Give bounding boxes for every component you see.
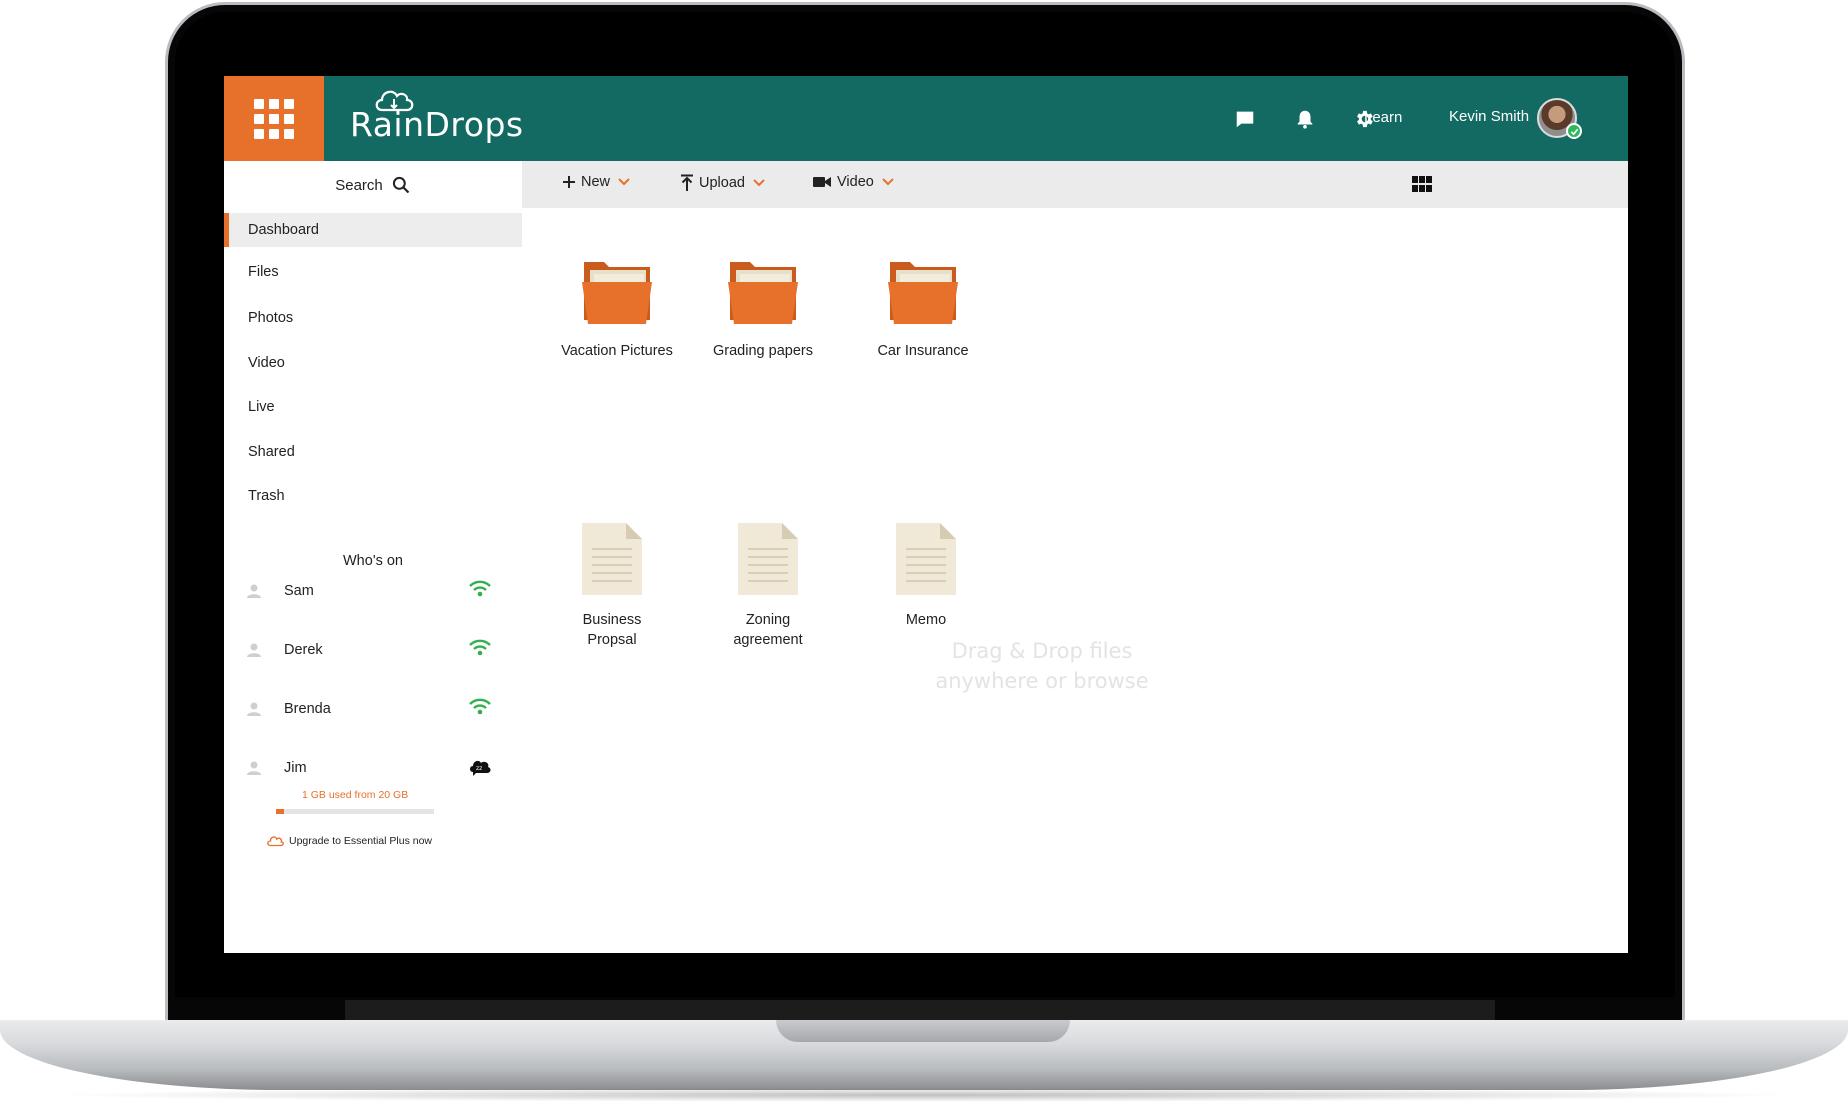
wifi-online-icon: [469, 639, 491, 656]
presence-row[interactable]: Jim zz: [246, 756, 494, 780]
presence-row[interactable]: Derek: [246, 638, 494, 662]
toolbar: New Upload Video: [522, 161, 1628, 208]
user-name[interactable]: Kevin Smith: [1449, 108, 1529, 125]
plus-icon: [563, 176, 575, 188]
presence-name: Derek: [284, 642, 323, 658]
video-camera-icon: [813, 177, 831, 187]
file-area[interactable]: Vacation Pictures Grading papers Car Ins…: [522, 208, 1628, 953]
sidebar: Search Dashboard Files Photos Video Live…: [224, 161, 522, 953]
brand-logo[interactable]: RainDrops: [350, 84, 524, 154]
presence-name: Sam: [284, 583, 314, 599]
chevron-down-icon: [618, 178, 630, 186]
document-name: Memo: [851, 610, 1001, 630]
chevron-down-icon: [753, 179, 765, 187]
presence-row[interactable]: Brenda: [246, 697, 494, 721]
user-icon: [247, 584, 261, 598]
folder-icon: [582, 262, 652, 324]
upgrade-link[interactable]: Upgrade to Essential Plus now: [266, 834, 432, 848]
folder-icon: [728, 262, 798, 324]
document-name-line: Business: [582, 612, 642, 628]
bell-icon[interactable]: [1294, 108, 1316, 130]
document-name: Business Propsal: [537, 610, 687, 650]
folder-tile[interactable]: Car Insurance: [848, 258, 998, 361]
document-name-line: agreement: [733, 632, 803, 648]
nav-item-trash[interactable]: Trash: [224, 479, 522, 513]
drop-zone-hint[interactable]: Drag & Drop files anywhere or browse: [872, 636, 1212, 696]
chevron-down-icon: [882, 178, 894, 186]
nav-item-shared[interactable]: Shared: [224, 435, 522, 469]
nav-item-files[interactable]: Files: [224, 255, 522, 289]
cloud-upload-icon: [267, 836, 284, 847]
drop-hint-line: Drag & Drop files: [951, 639, 1133, 663]
storage-progress-bar: [276, 809, 434, 814]
user-icon: [247, 643, 261, 657]
video-button[interactable]: Video: [812, 174, 894, 190]
apps-grid-icon: [254, 98, 294, 139]
wifi-online-icon: [469, 580, 491, 597]
document-icon: [582, 523, 642, 595]
cloud-logo-icon: [375, 90, 414, 112]
wifi-online-icon: [469, 698, 491, 715]
document-name: Zoning agreement: [693, 610, 843, 650]
storage-progress-fill: [276, 809, 284, 814]
upload-icon: [681, 174, 693, 191]
new-button[interactable]: New: [562, 174, 630, 190]
search-button[interactable]: Search: [224, 161, 522, 209]
svg-text:zz: zz: [476, 765, 482, 772]
upload-button[interactable]: Upload: [680, 174, 765, 192]
sleeping-icon: zz: [470, 760, 491, 776]
folder-name: Grading papers: [713, 343, 813, 359]
document-tile[interactable]: Memo: [851, 521, 1001, 630]
new-label: New: [581, 174, 611, 190]
grid-view-icon[interactable]: [1412, 176, 1432, 192]
folder-icon: [888, 262, 958, 324]
presence-name: Jim: [284, 760, 307, 776]
presence-row[interactable]: Sam: [246, 579, 494, 603]
document-icon: [896, 523, 956, 595]
learn-link[interactable]: Learn: [1364, 109, 1402, 126]
document-name-line: Zoning: [745, 612, 791, 628]
document-tile[interactable]: Zoning agreement: [693, 521, 843, 650]
laptop-notch: [776, 1020, 1070, 1042]
nav-item-video[interactable]: Video: [224, 346, 522, 380]
storage-usage-text: 1 GB used from 20 GB: [302, 789, 409, 801]
folder-name: Car Insurance: [877, 343, 969, 359]
video-label: Video: [837, 174, 874, 190]
document-icon: [738, 523, 798, 595]
user-icon: [247, 761, 261, 775]
nav-item-live[interactable]: Live: [224, 390, 522, 424]
chat-icon[interactable]: [1234, 108, 1256, 130]
document-name-line: Propsal: [587, 632, 637, 648]
laptop-shadow: [40, 1088, 1808, 1102]
search-label: Search: [335, 176, 383, 194]
check-icon: [1570, 128, 1578, 135]
online-status-badge: [1566, 123, 1582, 139]
top-bar: RainDrops Learn Kevin Smith: [224, 76, 1628, 161]
folder-name: Vacation Pictures: [561, 343, 673, 359]
nav-item-dashboard[interactable]: Dashboard: [224, 213, 522, 247]
nav-item-photos[interactable]: Photos: [224, 301, 522, 335]
presence-name: Brenda: [284, 701, 331, 717]
apps-menu-button[interactable]: [224, 76, 324, 161]
document-name-line: Memo: [905, 612, 947, 628]
whos-on-heading: Who's on: [343, 553, 403, 569]
app-screen: RainDrops Learn Kevin Smith Search Dashb…: [224, 76, 1628, 953]
upload-label: Upload: [699, 175, 745, 191]
document-tile[interactable]: Business Propsal: [537, 521, 687, 650]
folder-tile[interactable]: Grading papers: [688, 258, 838, 361]
folder-tile[interactable]: Vacation Pictures: [542, 258, 692, 361]
search-icon: [392, 176, 410, 194]
upgrade-text: Upgrade to Essential Plus now: [289, 835, 432, 847]
user-icon: [247, 702, 261, 716]
drop-hint-line: anywhere or browse: [935, 669, 1149, 693]
